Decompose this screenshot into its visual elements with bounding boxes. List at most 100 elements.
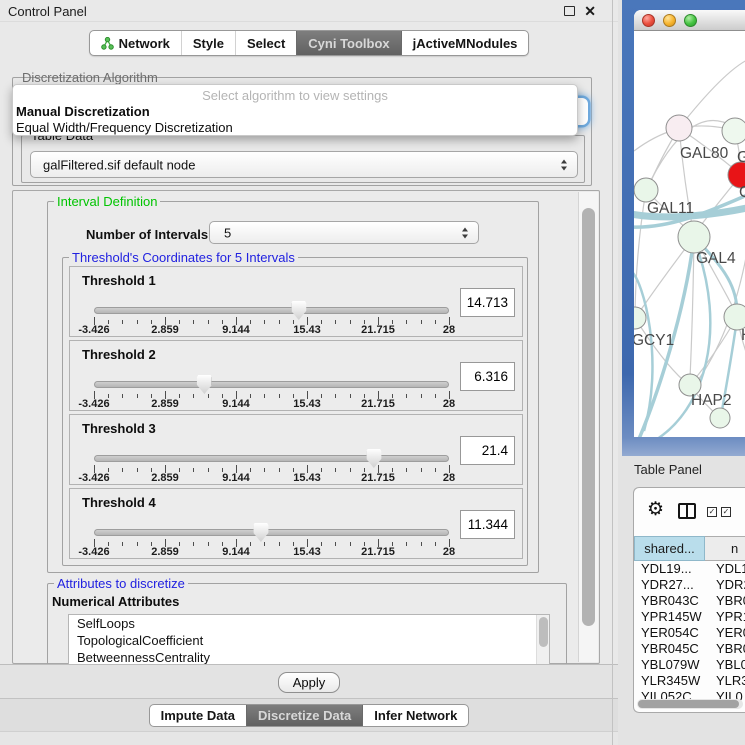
threshold-slider[interactable] (94, 381, 449, 388)
tick-label: -3.426 (78, 324, 109, 336)
spinner-arrows-icon (462, 227, 469, 238)
interval-definition-title: Interval Definition (54, 194, 160, 209)
attribute-item-topologicalcoefficient[interactable]: TopologicalCoefficient (69, 632, 549, 649)
tab-infer-network[interactable]: Infer Network (362, 705, 468, 726)
scrollbar-thumb[interactable] (582, 208, 595, 626)
scrollbar-thumb[interactable] (539, 617, 548, 647)
tab-cyni-toolbox[interactable]: Cyni Toolbox (296, 31, 400, 55)
cell-name: YLR3 (705, 673, 745, 689)
slider-tick-labels: -3.4262.8599.14415.4321.71528 (94, 472, 449, 484)
table-row[interactable]: YPR145WYPR1 (634, 609, 745, 625)
network-node[interactable] (722, 118, 745, 144)
table-row[interactable]: YER054CYER0 (634, 625, 745, 641)
tick-label: 21.715 (361, 546, 395, 558)
panel-vertical-scrollbar[interactable] (578, 192, 598, 662)
column-header-name[interactable]: n (705, 536, 745, 561)
checkbox-icon[interactable]: ✓ (721, 507, 731, 517)
cell-name: YBR0 (705, 641, 745, 657)
table-row[interactable]: YDR27...YDR2 (634, 577, 745, 593)
table-row[interactable]: YBR045CYBR0 (634, 641, 745, 657)
zoom-traffic-light-icon[interactable] (684, 14, 697, 27)
number-of-intervals-combobox[interactable]: 5 (209, 221, 479, 244)
network-edge-highlighted[interactable] (634, 271, 652, 431)
network-node[interactable] (634, 307, 646, 329)
tab-select[interactable]: Select (235, 31, 296, 55)
table-row[interactable]: YBR043CYBR0 (634, 593, 745, 609)
node-label-h: H (741, 327, 745, 344)
tab-label: jActiveMNodules (413, 31, 518, 56)
network-node[interactable] (634, 178, 658, 202)
cell-name: YDR2 (705, 577, 745, 593)
table-horizontal-scrollbar[interactable] (637, 699, 743, 709)
algorithm-dropdown-popup: Select algorithm to view settings Manual… (12, 84, 578, 136)
table-header-row: shared... n (634, 536, 745, 561)
table-data-combobox[interactable]: galFiltered.sif default node (30, 151, 578, 178)
tab-impute-data[interactable]: Impute Data (150, 705, 246, 726)
numerical-attributes-label: Numerical Attributes (52, 594, 179, 609)
close-icon[interactable]: ✕ (584, 3, 596, 20)
close-traffic-light-icon[interactable] (642, 14, 655, 27)
threshold-slider[interactable] (94, 529, 449, 536)
table-panel-title: Table Panel (634, 462, 702, 477)
settings-scroll-panel: Interval Definition Number of Intervals … (12, 190, 600, 664)
attribute-item-selfloops[interactable]: SelfLoops (69, 615, 549, 632)
threshold-slider[interactable] (94, 455, 449, 462)
network-edge[interactable] (635, 190, 646, 313)
bottom-tabbar: Impute Data Discretize DataInfer Network (0, 698, 618, 731)
cell-shared-name: YLR345W (634, 673, 705, 689)
tick-label: 15.43 (293, 324, 321, 336)
split-view-icon[interactable] (678, 503, 696, 519)
network-view-focus-frame: GAL80GACGAL11GAL4GCY1HHAP2 (622, 0, 745, 456)
tick-label: 2.859 (151, 324, 179, 336)
attributes-group-title: Attributes to discretize (54, 576, 188, 591)
threshold-panel: Threshold 2 -3.4262.8599.14415.4321.7152… (69, 340, 523, 411)
interval-definition-group: Interval Definition Number of Intervals … (47, 201, 539, 573)
numerical-attributes-list[interactable]: SelfLoopsTopologicalCoefficientBetweenne… (68, 614, 550, 666)
top-tab-group: Network Style Select Cyni Toolbox jActiveMNo… (89, 30, 530, 56)
cell-shared-name: YDL19... (634, 561, 705, 577)
cell-shared-name: YER054C (634, 625, 705, 641)
tick-label: 2.859 (151, 398, 179, 410)
slider-tick-labels: -3.4262.8599.14415.4321.71528 (94, 546, 449, 558)
node-label-gal4: GAL4 (696, 250, 736, 267)
network-node[interactable] (666, 115, 692, 141)
tab-label: Style (193, 31, 224, 56)
threshold-slider[interactable] (94, 307, 449, 314)
tab-network[interactable]: Network (90, 31, 181, 55)
threshold-value-field[interactable]: 21.4 (460, 436, 515, 465)
dropdown-placeholder-item: Select algorithm to view settings (13, 87, 577, 104)
column-header-shared-name[interactable]: shared... (634, 536, 705, 561)
bottom-tab-group: Impute Data Discretize DataInfer Network (149, 704, 470, 727)
minimize-traffic-light-icon[interactable] (663, 14, 676, 27)
tab-label: Impute Data (161, 705, 235, 727)
threshold-value-field[interactable]: 14.713 (460, 288, 515, 317)
tick-label: 2.859 (151, 546, 179, 558)
float-window-icon[interactable] (564, 6, 575, 16)
slider-tick-labels: -3.4262.8599.14415.4321.71528 (94, 324, 449, 336)
node-label-gal11: GAL11 (647, 200, 694, 217)
dropdown-option-manual-discretization[interactable]: Manual Discretization (13, 104, 577, 120)
table-row[interactable]: YDL19...YDL1 (634, 561, 745, 577)
number-of-intervals-label: Number of Intervals (86, 227, 208, 242)
tab-label: Cyni Toolbox (308, 31, 389, 56)
right-panel: GAL80GACGAL11GAL4GCY1HHAP2 Table Panel ⚙… (618, 0, 745, 745)
settings-gear-icon[interactable]: ⚙ (647, 499, 664, 521)
tab-jactivemnodules[interactable]: jActiveMNodules (401, 31, 529, 55)
tab-style[interactable]: Style (181, 31, 235, 55)
network-node[interactable] (678, 221, 710, 253)
table-toolbar: ⚙ ✓ ✓ (634, 488, 745, 536)
threshold-value-field[interactable]: 11.344 (460, 510, 515, 539)
table-row[interactable]: YBL079WYBL0 (634, 657, 745, 673)
network-node[interactable] (710, 408, 730, 428)
thresholds-group-title: Threshold's Coordinates for 5 Intervals (69, 250, 298, 265)
network-canvas[interactable]: GAL80GACGAL11GAL4GCY1HHAP2 (634, 31, 745, 437)
dropdown-option-equal-width-frequency[interactable]: Equal Width/Frequency Discretization (13, 120, 577, 136)
attributes-list-scrollbar[interactable] (536, 615, 549, 665)
table-row[interactable]: YLR345WYLR3 (634, 673, 745, 689)
scrollbar-thumb[interactable] (638, 700, 739, 708)
tab-discretize-data[interactable]: Discretize Data (246, 705, 362, 726)
apply-button[interactable]: Apply (278, 672, 341, 693)
threshold-value-field[interactable]: 6.316 (460, 362, 515, 391)
network-window-titlebar[interactable] (634, 10, 745, 31)
checkbox-icon[interactable]: ✓ (707, 507, 717, 517)
